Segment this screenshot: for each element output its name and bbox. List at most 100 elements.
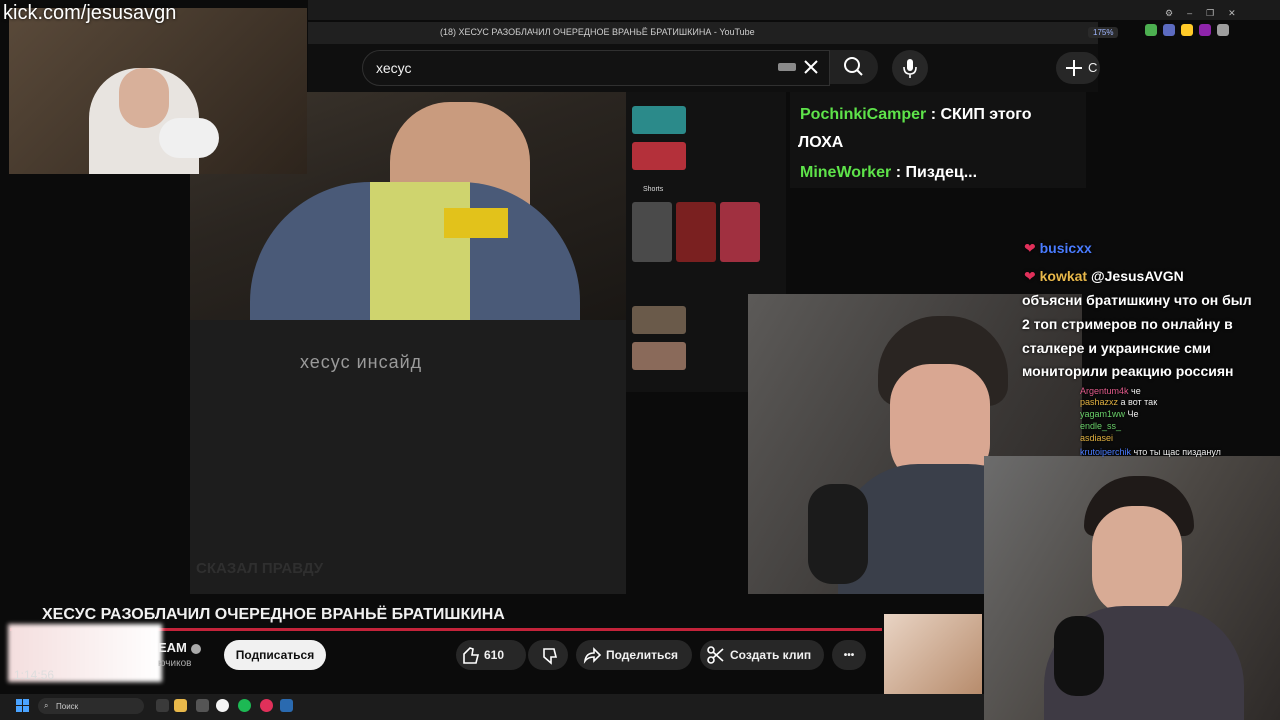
search-button[interactable]: [830, 50, 878, 84]
person-face: [1092, 506, 1182, 616]
microphone-app-icon[interactable]: [260, 699, 273, 712]
overlay-chat: PochinkiCamper : СКИП этого ЛОХА MineWor…: [790, 92, 1086, 188]
restore-icon[interactable]: ❐: [1206, 8, 1214, 19]
taskbar: [0, 694, 984, 720]
chat-username: endle_ss_: [1080, 421, 1122, 431]
channel-name[interactable]: EAM: [158, 640, 201, 655]
chat-username: Argentum4k: [1080, 386, 1129, 396]
keyboard-icon[interactable]: [778, 63, 796, 71]
clip-label: Создать клип: [730, 648, 812, 662]
chat-message: ❤ busicxx: [1024, 240, 1092, 257]
chat-text: ЛОХА: [798, 134, 844, 151]
short-thumbnail[interactable]: [632, 202, 672, 262]
chat-username: PochinkiCamper: [800, 106, 927, 123]
extension-icon[interactable]: [1181, 24, 1193, 36]
chat-username: pashazxz: [1080, 397, 1119, 407]
window-controls[interactable]: ⚙ – ❐ ✕: [1165, 8, 1236, 19]
faded-caption: СКАЗАЛ ПРАВДУ: [196, 560, 324, 577]
chat-username: busicxx: [1039, 240, 1092, 256]
chat-username: asdiasei: [1080, 433, 1114, 443]
chat-text: СКИП этого: [940, 106, 1032, 123]
tab-title[interactable]: (18) ХЕСУС РАЗОБЛАЧИЛ ОЧЕРЕДНОЕ ВРАНЬЁ Б…: [440, 27, 755, 37]
browser-toolbar: [308, 0, 1280, 20]
verified-icon: [190, 643, 201, 654]
extension-icon[interactable]: [1163, 24, 1175, 36]
windows-start-icon[interactable]: [16, 699, 29, 712]
rec-thumbnail[interactable]: [632, 142, 686, 170]
shirt: [370, 182, 470, 320]
microphone: [1054, 616, 1104, 696]
stream-timestamp: 1:14:56: [14, 668, 55, 682]
search-input-value[interactable]: хесус: [376, 60, 411, 76]
chat-message: MineWorker : Пиздец...: [800, 164, 977, 182]
thumbs-up-icon: [463, 647, 480, 664]
channel-name-text: EAM: [158, 640, 187, 655]
chat-text: а вот так: [1120, 397, 1158, 407]
video-title[interactable]: ХЕСУС РАЗОБЛАЧИЛ ОЧЕРЕДНОЕ ВРАНЬЁ БРАТИШ…: [42, 606, 505, 624]
search-input[interactable]: [362, 50, 830, 86]
chat-separator: :: [895, 164, 902, 181]
extension-icons: [1145, 24, 1229, 42]
extension-icon[interactable]: [1145, 24, 1157, 36]
short-thumbnail[interactable]: [676, 202, 716, 262]
chat-mention: @JesusAVGN: [1090, 268, 1184, 284]
chat-message: krutoiperchik что ты щас пизданул: [1080, 447, 1221, 457]
like-count: 610: [484, 648, 505, 662]
chat-line: сталкере и украинские сми: [1022, 340, 1211, 356]
heart-icon: ❤: [1024, 268, 1036, 284]
dislike-button[interactable]: [528, 640, 568, 670]
person-face: [119, 68, 169, 128]
close-icon[interactable]: ✕: [1228, 8, 1236, 19]
chat-message: endle_ss_: [1080, 421, 1121, 431]
chat-username: yagam1ww: [1080, 409, 1126, 419]
clear-search-icon[interactable]: [800, 56, 822, 78]
rec-thumbnail[interactable]: [632, 306, 686, 334]
extension-icon[interactable]: [1199, 24, 1211, 36]
twitch-chat: ❤ busicxx ❤ kowkat @JesusAVGN объясни бр…: [1020, 240, 1280, 460]
rec-thumbnail[interactable]: [632, 342, 686, 370]
like-button[interactable]: 610: [456, 640, 526, 670]
yandex-browser-icon[interactable]: [216, 699, 229, 712]
chat-separator: :: [930, 106, 937, 123]
more-actions-button[interactable]: •••: [832, 640, 866, 670]
microphone: [808, 484, 868, 584]
settings-icon[interactable]: ⚙: [1165, 8, 1173, 19]
scissors-icon: [707, 646, 724, 664]
subscriber-count: ючиков: [158, 658, 192, 669]
taskbar-search[interactable]: ⌕ Поиск: [38, 698, 144, 714]
search-icon: ⌕: [44, 701, 49, 710]
chat-message: PochinkiCamper : СКИП этого: [800, 106, 1032, 124]
file-explorer-icon[interactable]: [174, 699, 187, 712]
share-icon: [583, 647, 602, 664]
webcam-top-left: [9, 8, 307, 174]
spotify-icon[interactable]: [238, 699, 251, 712]
subscribe-button[interactable]: Подписаться: [224, 640, 326, 670]
webcam-bottom-right: [984, 456, 1280, 720]
rec-thumbnail[interactable]: [632, 106, 686, 134]
chat-text: че: [1131, 386, 1141, 396]
minimize-icon[interactable]: –: [1187, 8, 1192, 19]
video-watermark: хесус инсайд: [300, 352, 423, 372]
create-label: С: [1088, 60, 1098, 75]
search-icon: [844, 57, 863, 76]
thumbs-down-icon: [543, 648, 558, 665]
chat-line: 2 топ стримеров по онлайну в: [1022, 316, 1233, 332]
chat-line: объясни братишкину что он был: [1022, 292, 1252, 308]
heart-icon: ❤: [1024, 240, 1036, 256]
chat-text: Че: [1127, 409, 1139, 419]
microphone-icon: [903, 59, 917, 78]
extension-icon[interactable]: [1217, 24, 1229, 36]
zoom-indicator[interactable]: 175%: [1088, 27, 1119, 38]
voice-search-button[interactable]: [892, 50, 928, 86]
share-button[interactable]: Поделиться: [576, 640, 692, 670]
side-thumbnail[interactable]: [884, 614, 982, 698]
chat-text: Пиздец...: [905, 164, 978, 181]
short-thumbnail[interactable]: [720, 202, 760, 262]
telegram-icon[interactable]: [280, 699, 293, 712]
clip-button[interactable]: Создать клип: [700, 640, 824, 670]
task-view-icon[interactable]: [156, 699, 169, 712]
stream-url: kick.com/jesusavgn: [3, 2, 177, 24]
store-icon[interactable]: [196, 699, 209, 712]
chat-message: yagam1ww Че: [1080, 409, 1139, 419]
chat-message: ЛОХА: [798, 134, 843, 152]
